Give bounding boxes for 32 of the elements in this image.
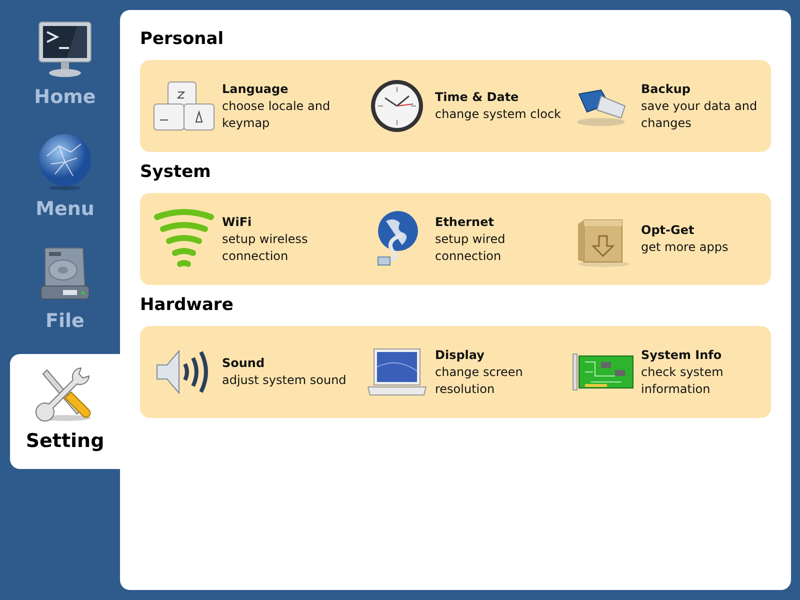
item-description: choose locale and keymap	[222, 98, 332, 132]
item-title[interactable]: Ethernet	[435, 214, 565, 230]
item-description: change system clock	[435, 106, 562, 123]
item-description: get more apps	[641, 239, 730, 256]
globe-icon	[37, 132, 93, 190]
item-title[interactable]: Backup	[641, 80, 771, 98]
laptop-icon	[366, 347, 428, 397]
sidebar-tab[interactable]: File	[10, 242, 120, 354]
item-description: setup wireless connection	[222, 230, 309, 264]
item-title[interactable]: WiFi	[222, 214, 352, 230]
monitor-icon	[37, 20, 93, 78]
section-heading: Hardware	[140, 294, 234, 317]
item-title[interactable]: Language	[222, 80, 352, 98]
circuit-board-icon	[571, 352, 635, 392]
item-title[interactable]: Opt-Get	[641, 222, 771, 239]
section-heading: Personal	[140, 28, 225, 51]
wifi-icon	[153, 209, 215, 269]
item-description: change screen resolution	[435, 364, 524, 398]
clock-icon	[369, 78, 425, 134]
item-description: adjust system sound	[222, 372, 348, 389]
item-title[interactable]: Time & Date	[435, 89, 565, 106]
item-description: save your data and changes	[641, 98, 758, 132]
sidebar-tab[interactable]: Menu	[10, 130, 120, 242]
item-description: setup wired connection	[435, 230, 506, 264]
item-title[interactable]: Display	[435, 346, 565, 364]
item-title[interactable]: System Info	[641, 346, 771, 364]
sidebar-tab[interactable]: Setting	[10, 354, 120, 469]
sidebar-tab[interactable]: Home	[10, 18, 120, 130]
section-heading: System	[140, 161, 212, 184]
item-title[interactable]: Sound	[222, 355, 352, 372]
item-description: check system information	[641, 364, 724, 398]
keyboard-keys-icon	[152, 80, 216, 132]
